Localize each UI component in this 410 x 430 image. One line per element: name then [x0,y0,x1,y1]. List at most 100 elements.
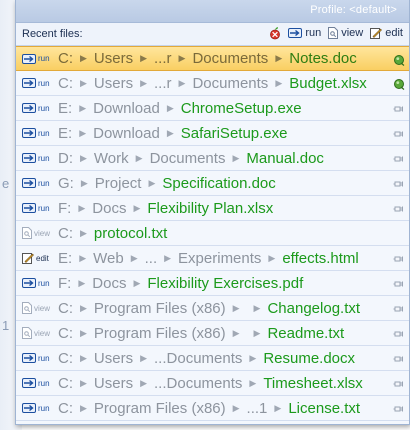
recent-file-row[interactable]: run C: ▶ Users ▶ ...Documents ▶ Resume.docx [16,346,409,371]
pin-icon[interactable] [393,177,405,189]
profile-bar[interactable]: Profile: <default> [16,0,409,23]
view-action-button[interactable]: view [16,227,58,239]
file-name: effects.html [282,249,359,267]
run-action-button[interactable]: run [16,203,58,213]
run-action-button[interactable]: run [16,178,58,188]
stage: e 1 Profile: <default> Recent files: run… [0,0,410,430]
recent-file-row[interactable]: view C: ▶ Program Files (x86) ▶ ▶ Changelog.tx… [16,296,409,321]
file-path: C: ▶ Program Files (x86) ▶ ▶ Changelog.txt [58,300,409,317]
recent-file-row[interactable]: run C: ▶ Users ▶ ...Documents ▶ Timesheet.xlsx [16,371,409,396]
path-separator-icon: ▶ [79,252,87,263]
pin-icon[interactable] [393,252,405,264]
recent-file-row[interactable]: run C: ▶ Users ▶ ...r ▶ Documents ▶ Budget.xlsx [16,71,409,96]
file-name: Flexibility Exercises.pdf [147,274,304,292]
recent-file-row[interactable]: edit E: ▶ Web ▶... ▶ Experiments ▶ effects.html [16,246,409,271]
pin-icon[interactable] [393,277,405,289]
action-label: run [38,203,50,213]
pinned-icon[interactable] [393,77,405,90]
path-drive: C: [58,399,73,417]
path-segment: Download [93,124,160,142]
pin-icon[interactable] [393,127,405,139]
pin-icon[interactable] [393,352,405,364]
clear-list-icon[interactable] [269,26,281,40]
action-label: edit [36,253,49,263]
recent-file-row[interactable]: run G: ▶ Project ▶ Specification.doc [16,171,409,196]
path-drive: C: [58,224,73,242]
header-actions: run view edit [269,26,403,40]
file-path: C: ▶ Users ▶ ...r ▶ Documents ▶ Notes.doc [58,50,409,67]
recent-file-row[interactable]: run F: ▶ Docs ▶ Flexibility Plan.xlsx [16,196,409,221]
path-segment: Users [93,349,134,367]
pin-icon[interactable] [393,102,405,114]
pin-icon[interactable] [393,402,405,414]
path-separator-icon: ▶ [275,53,283,63]
path-segment: Documents [149,149,226,167]
path-separator-icon: ▶ [79,102,87,113]
file-path: C: ▶ Users ▶ ...Documents ▶ Timesheet.xlsx [58,375,409,392]
recent-file-row[interactable]: run D: ▶ Work ▶ Documents ▶ Manual.doc [16,146,409,171]
action-label: run [38,378,50,388]
path-segment: Documents [192,50,269,67]
path-drive: C: [58,50,73,67]
recent-file-row[interactable]: run F: ▶ Docs ▶ Flexibility Exercises.pdf [16,271,409,296]
run-action-button[interactable]: run [16,378,58,388]
run-icon [22,403,36,413]
run-icon [22,128,36,138]
path-segment: Docs [92,274,127,292]
path-separator-icon: ▶ [253,327,261,338]
action-label: run [38,403,50,413]
recent-file-row[interactable]: view C: ▶ Program Files (x86) ▶ ▶ Readme.txt [16,321,409,346]
run-action-button[interactable]: run [16,78,58,88]
path-separator-icon: ▶ [80,352,87,363]
view-action-button[interactable]: view [16,327,58,339]
path-separator-icon: ▶ [232,152,240,163]
recent-files-label: Recent files: [22,28,83,40]
pin-icon[interactable] [393,152,405,164]
run-action-button[interactable]: run [16,153,58,163]
edit-action-button[interactable]: edit [16,252,58,264]
file-name: Changelog.txt [267,299,361,317]
run-action-button[interactable]: run [16,128,58,138]
run-action-button[interactable]: run [16,353,58,363]
path-separator-icon: ▶ [80,302,87,313]
edit-icon [370,27,383,39]
run-action-button[interactable]: run [16,103,58,113]
view-icon [22,302,32,314]
path-separator-icon: ▶ [140,53,148,63]
pin-icon[interactable] [393,377,405,389]
recent-file-row[interactable]: run E: ▶ Download ▶ ChromeSetup.exe [16,96,409,121]
path-drive: E: [58,99,73,117]
action-label: view [34,328,51,338]
file-name: Manual.doc [246,149,324,167]
path-segment: Program Files (x86) [93,324,226,342]
profile-label[interactable]: Profile: <default> [310,4,397,16]
background-text-fragment: e [2,176,10,191]
recent-file-row[interactable]: view C: ▶ protocol.txt [16,221,409,246]
pin-icon[interactable] [393,327,405,339]
path-separator-icon: ▶ [80,327,87,338]
file-name: Specification.doc [162,174,276,192]
file-name: Resume.docx [263,349,356,367]
file-path: E: ▶ Download ▶ ChromeSetup.exe [58,100,409,117]
header-edit-button[interactable]: edit [370,27,403,39]
recent-file-row[interactable]: run E: ▶ Download ▶ SafariSetup.exe [16,121,409,146]
run-action-button[interactable]: run [16,403,58,413]
file-path: E: ▶ Download ▶ SafariSetup.exe [58,125,409,142]
path-drive: C: [58,374,73,392]
header-view-button[interactable]: view [328,27,363,39]
pinned-icon[interactable] [393,53,405,66]
recent-file-row[interactable]: runF:▶Docs...▶Fitness and Sports Nutriti… [16,421,409,424]
recent-file-row[interactable]: run C: ▶ Program Files (x86) ▶ ...1 ▶ License.t… [16,396,409,421]
run-action-button[interactable]: run [16,278,58,288]
file-name: Budget.xlsx [289,74,367,92]
path-separator-icon: ▶ [249,377,257,388]
path-separator-icon: ▶ [253,302,261,313]
view-action-button[interactable]: view [16,302,58,314]
file-path: C: ▶ Program Files (x86) ▶ ▶ Readme.txt [58,325,409,342]
recent-file-row-selected[interactable]: run C: ▶ Users ▶ ...r ▶ Documents ▶ Notes.doc [16,46,409,71]
run-action-button[interactable]: run [16,53,58,64]
header-run-button[interactable]: run [288,27,321,39]
pin-icon[interactable] [393,202,405,214]
pin-icon[interactable] [393,302,405,314]
path-segment: ... [144,249,158,267]
